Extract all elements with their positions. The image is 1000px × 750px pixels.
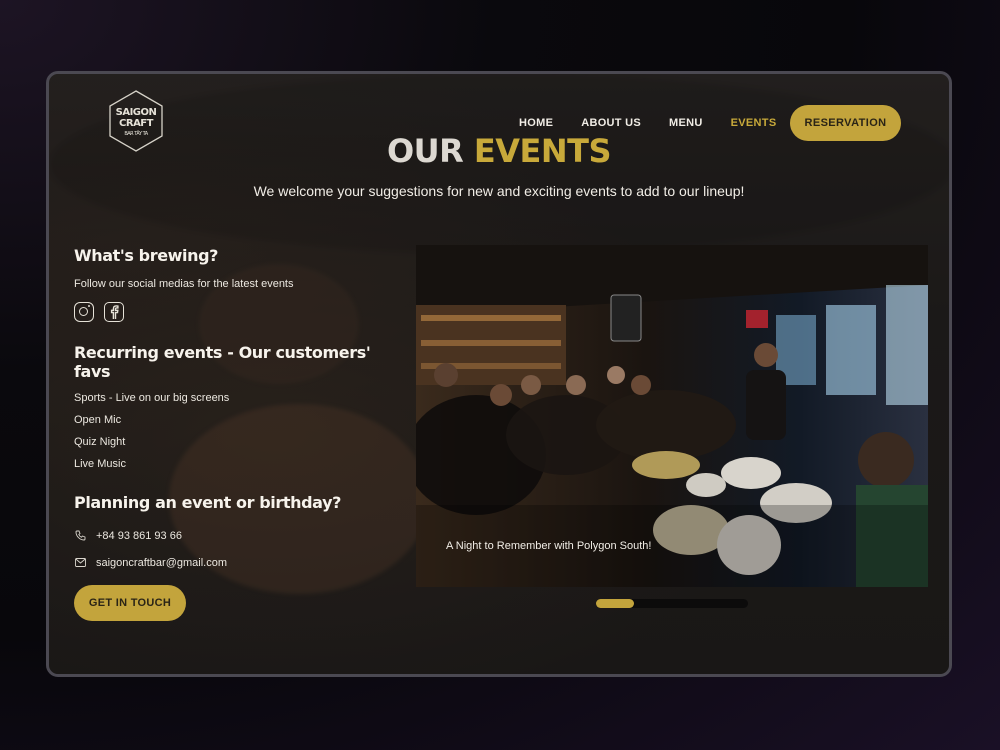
instagram-icon[interactable]: [74, 302, 94, 322]
event-carousel-image[interactable]: A Night to Remember with Polygon South!: [416, 245, 928, 587]
page-title-part-2: EVENTS: [473, 132, 612, 170]
page-subtitle: We welcome your suggestions for new and …: [253, 183, 745, 199]
logo-line-1: SAIGON: [115, 107, 157, 118]
email-contact[interactable]: saigoncraftbar@gmail.com: [74, 549, 394, 576]
phone-icon: [74, 530, 86, 541]
social-links: [74, 302, 394, 322]
page-frame: SAIGON CRAFT BAR TÂY TA HOME ABOUT US ME…: [46, 71, 952, 677]
mail-icon: [74, 558, 86, 567]
facebook-icon[interactable]: [104, 302, 124, 322]
list-item: Sports - Live on our big screens: [74, 392, 230, 404]
logo-line-2: CRAFT: [119, 118, 153, 129]
band-photo-illustration: [416, 245, 928, 587]
events-info-column: What's brewing? Follow our social medias…: [74, 246, 394, 576]
carousel-progress-bar[interactable]: [596, 599, 748, 608]
phone-number: +84 93 861 93 66: [96, 529, 182, 542]
carousel-progress-fill: [596, 599, 634, 608]
main-nav: HOME ABOUT US MENU EVENTS: [519, 117, 804, 129]
page-title: OUR EVENTS: [49, 132, 949, 170]
brewing-text: Follow our social medias for the latest …: [74, 278, 294, 290]
list-item: Open Mic: [74, 414, 122, 426]
page-title-part-1: OUR: [386, 132, 464, 170]
list-item: Live Music: [74, 458, 126, 470]
email-address: saigoncraftbar@gmail.com: [96, 556, 227, 569]
recurring-heading: Recurring events - Our customers' favs: [74, 343, 371, 381]
list-item: Quiz Night: [74, 436, 126, 448]
nav-item-events[interactable]: EVENTS: [731, 117, 777, 129]
nav-item-home[interactable]: HOME: [519, 117, 553, 129]
recurring-list: Sports - Live on our big screens Open Mi…: [74, 387, 394, 475]
planning-heading: Planning an event or birthday?: [74, 493, 341, 512]
nav-item-about-us[interactable]: ABOUT US: [581, 117, 641, 129]
carousel-caption: A Night to Remember with Polygon South!: [446, 540, 652, 552]
get-in-touch-button[interactable]: GET IN TOUCH: [74, 585, 186, 621]
nav-item-menu[interactable]: MENU: [669, 117, 703, 129]
phone-contact[interactable]: +84 93 861 93 66: [74, 522, 394, 549]
brewing-heading: What's brewing?: [74, 246, 219, 265]
